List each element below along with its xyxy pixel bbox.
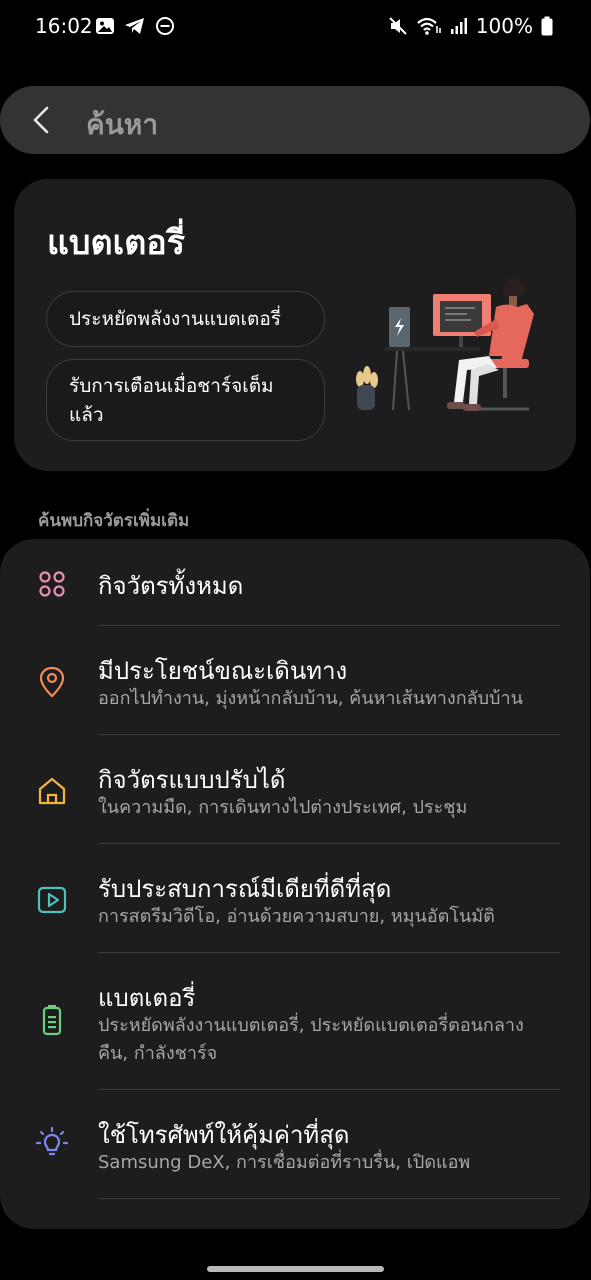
list-item-subtitle: การสตรีมวิดีโอ, อ่านด้วยความสบาย, หมุนอั…	[98, 906, 495, 927]
play-icon	[36, 884, 68, 916]
battery-icon	[36, 1004, 68, 1036]
section-header-discover: ค้นพบกิจวัตรเพิ่มเติม	[38, 511, 190, 531]
status-left-icons	[95, 16, 175, 36]
list-item-media[interactable]: รับประสบการณ์มีเดียที่ดีที่สุด การสตรีมว…	[0, 844, 590, 952]
status-bar: 16:02 100%	[0, 0, 591, 54]
battery-percent: 100%	[475, 14, 533, 38]
routines-list: กิจวัตรทั้งหมด มีประโยชน์ขณะเดินทาง ออกไ…	[0, 539, 590, 1229]
gesture-nav-handle[interactable]	[207, 1266, 384, 1272]
list-item-subtitle: ออกไปทำงาน, มุ่งหน้ากลับบ้าน, ค้นหาเส้นท…	[98, 688, 523, 709]
battery-suggestion-card: แบตเตอรี่ ประหยัดพลังงานแบตเตอรี่ รับการ…	[14, 179, 576, 471]
list-item-subtitle: ประหยัดพลังงานแบตเตอรี่, ประหยัดแบตเตอรี…	[98, 1015, 524, 1064]
telegram-icon	[124, 16, 146, 36]
lightbulb-icon	[35, 1126, 69, 1159]
home-icon	[36, 775, 68, 807]
do-not-disturb-icon	[155, 16, 175, 36]
list-item-subtitle: ในความมืด, การเดินทางไปต่างประเทศ, ประชุ…	[98, 797, 468, 818]
gallery-icon	[95, 16, 115, 36]
list-item-phone-tips[interactable]: ใช้โทรศัพท์ให้คุ้มค่าที่สุด Samsung DeX,…	[0, 1090, 590, 1198]
list-item-commute[interactable]: มีประโยชน์ขณะเดินทาง ออกไปทำงาน, มุ่งหน้…	[0, 626, 590, 734]
list-item-title: กิจวัตรทั้งหมด	[98, 572, 244, 600]
suggestion-chip-charge-alert[interactable]: รับการเตือนเมื่อชาร์จเต็มแล้ว	[46, 359, 325, 441]
status-time: 16:02	[35, 14, 93, 38]
signal-icon	[450, 16, 468, 36]
status-right: 100%	[388, 14, 553, 38]
grid-icon	[36, 568, 68, 600]
mute-icon	[388, 16, 408, 36]
list-item-adaptive[interactable]: กิจวัตรแบบปรับได้ ในความมืด, การเดินทางไ…	[0, 735, 590, 843]
battery-card-title: แบตเตอรี่	[47, 223, 185, 263]
location-pin-icon	[36, 666, 68, 698]
battery-icon	[541, 16, 553, 36]
divider	[98, 1198, 560, 1199]
list-item-all-routines[interactable]: กิจวัตรทั้งหมด	[0, 539, 590, 625]
search-bar[interactable]: ค้นหา	[0, 86, 590, 154]
suggestion-chip-save-power[interactable]: ประหยัดพลังงานแบตเตอรี่	[46, 291, 325, 347]
search-input[interactable]: ค้นหา	[86, 103, 158, 147]
list-item-subtitle: Samsung DeX, การเชื่อมต่อที่ราบรื่น, เปิ…	[98, 1152, 471, 1173]
wifi-icon	[416, 16, 442, 36]
workspace-illustration	[349, 274, 554, 444]
back-icon[interactable]	[30, 106, 56, 134]
list-item-battery[interactable]: แบตเตอรี่ ประหยัดพลังงานแบตเตอรี่, ประหย…	[0, 953, 590, 1089]
